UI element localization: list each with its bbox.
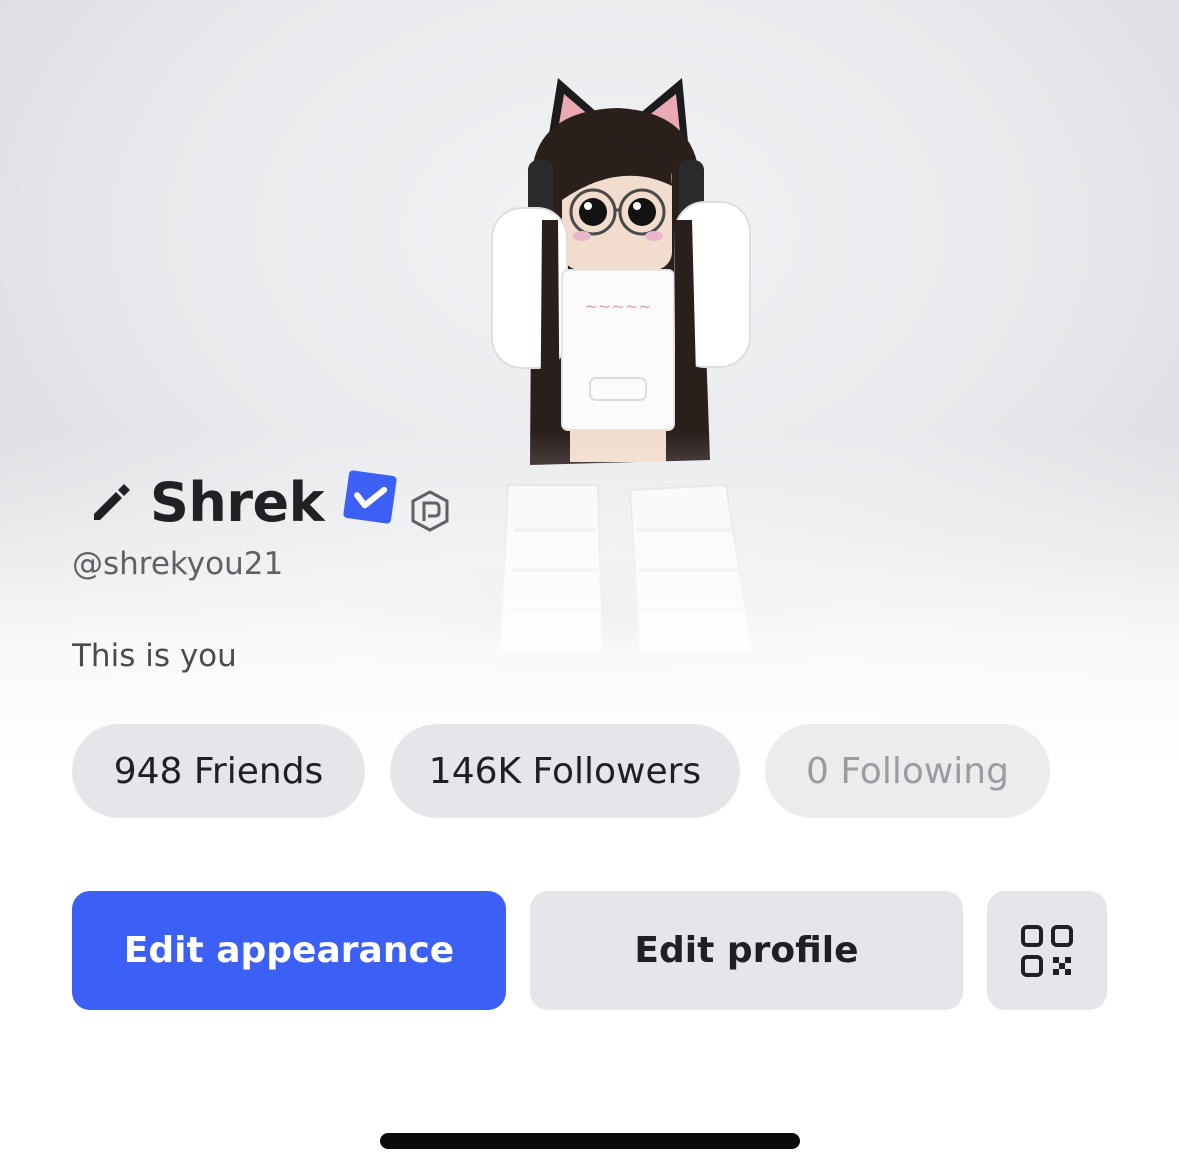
followers-count-button[interactable]: 146K Followers bbox=[390, 724, 740, 818]
bio-text: This is you bbox=[72, 638, 237, 674]
qr-code-button[interactable] bbox=[987, 891, 1107, 1010]
edit-appearance-button[interactable]: Edit appearance bbox=[72, 891, 506, 1010]
display-name: Shrek bbox=[150, 470, 325, 534]
edit-profile-button[interactable]: Edit profile bbox=[530, 891, 963, 1010]
username: @shrekyou21 bbox=[72, 546, 284, 582]
verified-badge-icon bbox=[343, 470, 397, 524]
premium-icon bbox=[411, 490, 449, 532]
friends-count-button[interactable]: 948 Friends bbox=[72, 724, 365, 818]
pencil-icon[interactable] bbox=[88, 478, 136, 526]
following-count-button[interactable]: 0 Following bbox=[765, 724, 1050, 818]
profile-name-row: Shrek bbox=[88, 462, 452, 542]
qr-code-icon bbox=[1021, 924, 1073, 977]
home-indicator[interactable] bbox=[380, 1133, 800, 1149]
svg-text:~~~~~: ~~~~~ bbox=[584, 297, 651, 316]
